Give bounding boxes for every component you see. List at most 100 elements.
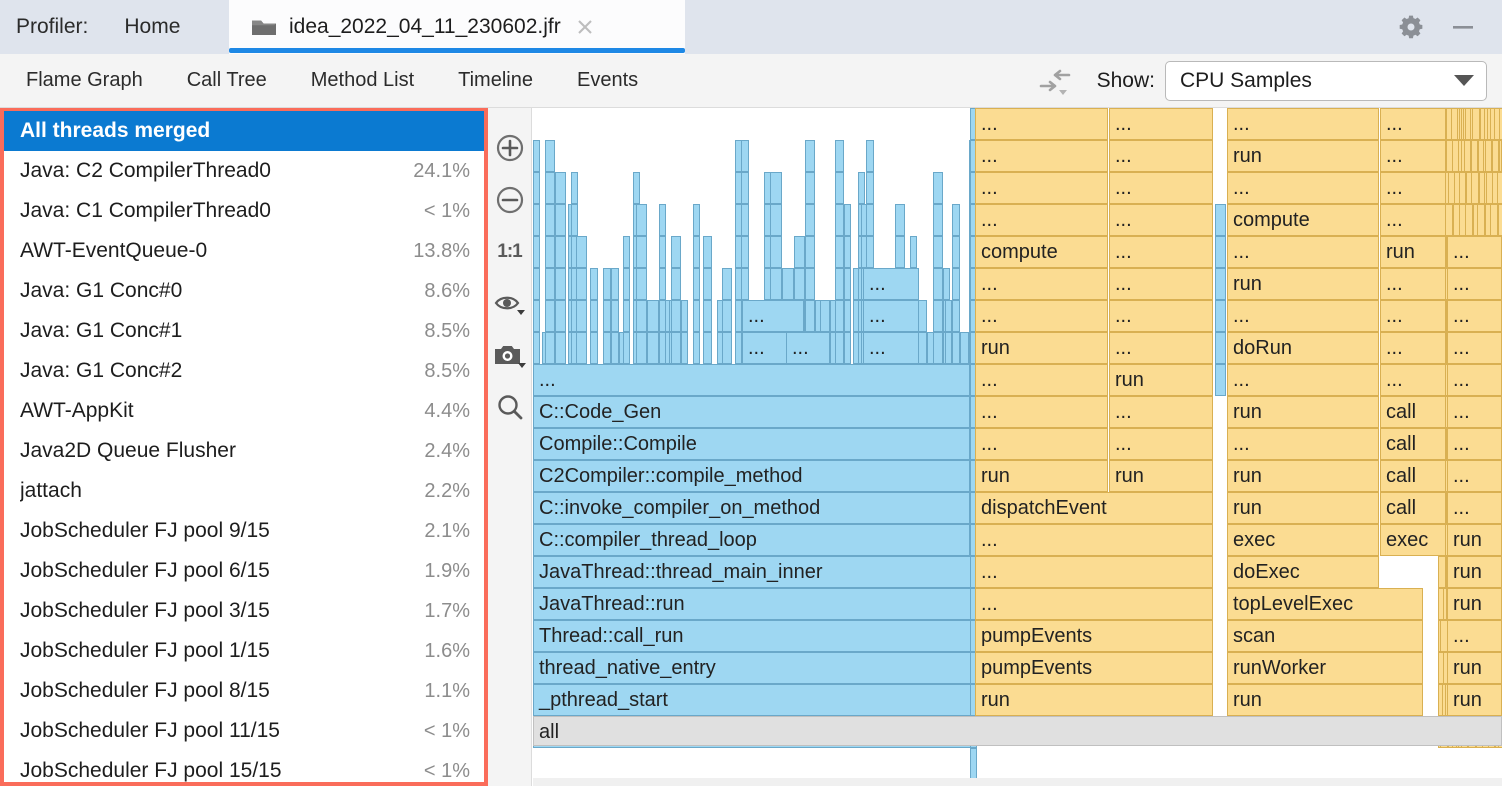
flame-frame[interactable] [960, 332, 969, 364]
flame-frame-orange[interactable]: run [1447, 652, 1502, 684]
flame-frame[interactable] [545, 172, 555, 204]
flame-frame[interactable] [910, 236, 917, 268]
zoom-out-button[interactable] [492, 174, 528, 226]
flame-frame-orange[interactable]: call [1380, 396, 1446, 428]
flame-frame[interactable] [693, 332, 700, 364]
flame-frame[interactable] [681, 300, 688, 332]
flame-frame[interactable] [533, 236, 540, 268]
flame-frame[interactable] [782, 268, 794, 300]
flame-frame[interactable] [693, 236, 700, 268]
flame-frame[interactable] [866, 204, 874, 236]
flame-frame-orange[interactable]: run [975, 460, 1108, 492]
flame-frame-orange[interactable]: ... [975, 364, 1108, 396]
flame-frame-javathread-thread-main-inner[interactable]: JavaThread::thread_main_inner [533, 556, 974, 588]
flame-frame-orange[interactable]: ... [1109, 172, 1213, 204]
search-button[interactable] [492, 382, 528, 434]
flame-frame-orange[interactable]: ... [975, 556, 1213, 588]
flame-frame[interactable] [858, 172, 865, 204]
flame-frame[interactable] [693, 204, 700, 236]
flame-frame[interactable] [1215, 300, 1226, 332]
flame-frame[interactable] [603, 268, 611, 300]
flame-frame[interactable] [835, 140, 844, 172]
flame-frame[interactable] [933, 236, 943, 268]
flame-frame[interactable] [1215, 364, 1226, 396]
flame-frame-orange[interactable]: ... [975, 140, 1108, 172]
flame-graph[interactable]: ...C::Code_GenCompile::CompileC2Compiler… [533, 108, 1502, 786]
flame-frame-ellipsis[interactable]: ... [742, 300, 804, 332]
thread-row[interactable]: Java: G1 Conc#0 8.6% [4, 271, 484, 311]
flame-frame-c-code-gen[interactable]: C::Code_Gen [533, 396, 970, 428]
flame-frame[interactable] [590, 268, 598, 300]
flame-frame-orange[interactable]: compute [1227, 204, 1379, 236]
flame-frame-orange[interactable]: ... [1380, 332, 1446, 364]
flame-frame-orange[interactable] [1497, 172, 1502, 204]
flame-frame[interactable] [933, 332, 943, 364]
flame-frame[interactable] [703, 332, 712, 364]
flame-frame-orange[interactable]: ... [1380, 108, 1446, 140]
flame-frame-orange[interactable]: ... [1109, 204, 1213, 236]
flame-frame-orange[interactable] [1472, 108, 1480, 140]
flame-frame[interactable] [741, 140, 749, 172]
flame-frame-orange[interactable]: ... [1227, 300, 1379, 332]
flame-frame-orange[interactable]: run [1447, 556, 1502, 588]
flame-frame[interactable] [741, 236, 749, 268]
flame-frame-orange[interactable]: ... [1447, 300, 1502, 332]
flame-frame-orange[interactable]: run [1227, 460, 1379, 492]
flame-frame[interactable] [866, 140, 874, 172]
flame-frame[interactable] [611, 268, 619, 300]
flame-frame-orange[interactable]: run [1227, 268, 1379, 300]
flame-frame-orange[interactable]: ... [975, 108, 1108, 140]
flame-frame-orange[interactable]: exec [1227, 524, 1379, 556]
flame-frame[interactable] [895, 204, 905, 236]
flame-frame[interactable] [659, 236, 666, 268]
flame-frame-orange[interactable]: exec [1380, 524, 1446, 556]
flame-frame[interactable] [590, 300, 598, 332]
flame-frame-c-invoke-compiler-on-method[interactable]: C::invoke_compiler_on_method [533, 492, 970, 524]
flame-frame[interactable] [623, 300, 630, 332]
flame-frame[interactable] [844, 268, 851, 300]
flame-frame-c2compiler-compile-method[interactable]: C2Compiler::compile_method [533, 460, 970, 492]
flame-frame-orange[interactable] [1438, 556, 1446, 588]
flame-frame[interactable] [603, 332, 611, 364]
flame-frame[interactable] [576, 300, 587, 332]
flame-frame-orange[interactable] [1485, 140, 1492, 172]
flame-frame-orange[interactable] [1445, 204, 1453, 236]
visibility-button[interactable] [492, 278, 528, 330]
flame-frame-orange[interactable]: ... [1447, 492, 1502, 524]
flame-frame[interactable] [770, 236, 782, 268]
flame-frame-orange[interactable]: doRun [1227, 332, 1379, 364]
flame-frame-orange[interactable]: ... [1227, 236, 1379, 268]
flame-frame-orange[interactable]: run [1227, 140, 1379, 172]
flame-frame[interactable] [952, 268, 960, 300]
flame-frame[interactable] [970, 748, 977, 780]
flame-frame[interactable] [835, 236, 844, 268]
flame-frame-orange[interactable]: ... [975, 268, 1108, 300]
flame-frame-orange[interactable]: run [1447, 524, 1502, 556]
flame-frame[interactable] [576, 332, 587, 364]
flame-frame[interactable] [794, 236, 805, 268]
tab-events[interactable]: Events [555, 69, 660, 92]
flame-frame[interactable] [545, 332, 555, 364]
tab-call-tree[interactable]: Call Tree [165, 69, 289, 92]
flame-frame[interactable] [805, 268, 815, 300]
flame-frame-orange[interactable] [1459, 172, 1466, 204]
flame-frame[interactable] [722, 332, 732, 364]
flame-frame-thread-call-run[interactable]: Thread::call_run [533, 620, 974, 652]
flame-frame--pthread-start[interactable]: _pthread_start [533, 684, 974, 716]
flame-frame[interactable] [794, 268, 805, 300]
flame-frame[interactable] [741, 204, 749, 236]
flame-frame[interactable] [571, 204, 578, 236]
flame-frame[interactable] [770, 204, 782, 236]
flame-frame-orange[interactable]: run [1380, 236, 1446, 268]
thread-row[interactable]: JobScheduler FJ pool 6/15 1.9% [4, 551, 484, 591]
flame-frame-orange[interactable]: ... [1227, 108, 1379, 140]
flame-frame-orange[interactable] [1464, 140, 1471, 172]
flame-frame-ellipsis[interactable]: ... [786, 332, 830, 364]
flame-frame-orange[interactable] [1477, 204, 1485, 236]
flame-frame-orange[interactable]: ... [975, 588, 1213, 620]
flame-frame-orange[interactable]: run [1447, 588, 1502, 620]
flame-frame[interactable] [703, 300, 712, 332]
flame-frame-orange[interactable]: dispatchEvent [975, 492, 1213, 524]
flame-frame-c-compiler-thread-loop[interactable]: C::compiler_thread_loop [533, 524, 970, 556]
thread-row[interactable]: JobScheduler FJ pool 9/15 2.1% [4, 511, 484, 551]
